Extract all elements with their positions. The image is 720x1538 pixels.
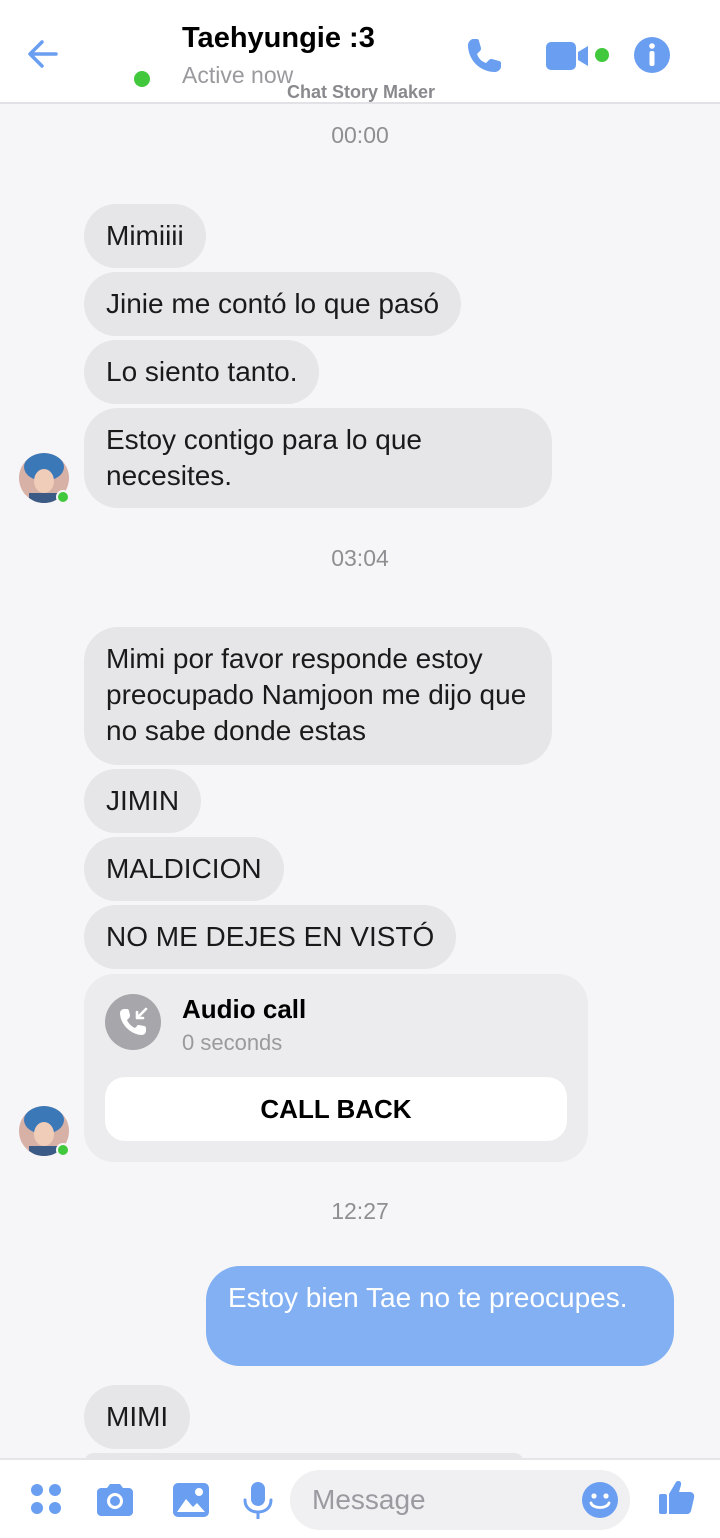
info-icon[interactable] bbox=[632, 35, 672, 75]
message-placeholder: Message bbox=[312, 1484, 426, 1515]
apps-icon[interactable] bbox=[25, 1478, 69, 1522]
audio-call-card: Audio call 0 seconds CALL BACK bbox=[84, 974, 588, 1162]
missed-call-icon bbox=[105, 994, 161, 1050]
avatar[interactable] bbox=[19, 453, 70, 504]
message-outgoing[interactable]: Estoy bien Tae no te preocupes. bbox=[206, 1266, 674, 1366]
thumbs-up-icon[interactable] bbox=[655, 1476, 699, 1520]
composer-bar: Message bbox=[0, 1458, 720, 1538]
timestamp: 00:00 bbox=[331, 122, 389, 148]
gallery-icon[interactable] bbox=[169, 1478, 213, 1522]
message-incoming[interactable]: Estoy contigo para lo que necesites. bbox=[84, 408, 552, 508]
message-incoming[interactable]: NO ME DEJES EN VISTÓ bbox=[84, 905, 457, 969]
camera-icon[interactable] bbox=[93, 1478, 137, 1522]
call-duration: 0 seconds bbox=[182, 1030, 283, 1055]
microphone-icon[interactable] bbox=[236, 1478, 280, 1522]
avatar[interactable] bbox=[19, 1106, 70, 1157]
online-dot bbox=[56, 490, 70, 504]
video-camera-icon[interactable] bbox=[544, 38, 616, 74]
phone-icon[interactable] bbox=[462, 34, 506, 78]
timestamp: 03:04 bbox=[331, 545, 389, 571]
active-status: Active now bbox=[182, 62, 294, 88]
back-arrow-icon[interactable] bbox=[22, 32, 66, 76]
message-incoming[interactable]: Mimi por favor responde estoy preocupado… bbox=[84, 627, 552, 765]
message-incoming[interactable]: MIMI bbox=[84, 1385, 191, 1449]
message-input[interactable]: Message bbox=[290, 1470, 630, 1530]
timestamp: 12:27 bbox=[331, 1198, 389, 1224]
message-incoming[interactable]: Jinie me contó lo que pasó bbox=[84, 272, 462, 336]
message-incoming[interactable]: JIMIN bbox=[84, 769, 202, 833]
call-back-button[interactable]: CALL BACK bbox=[105, 1077, 567, 1141]
chat-header: Taehyungie :3 Active now Chat Story Make… bbox=[0, 0, 720, 104]
emoji-icon[interactable] bbox=[580, 1480, 620, 1520]
online-dot bbox=[56, 1143, 70, 1157]
message-incoming[interactable]: MALDICION bbox=[84, 837, 284, 901]
watermark: Chat Story Maker bbox=[287, 82, 436, 102]
message-incoming[interactable]: Lo siento tanto. bbox=[84, 340, 320, 404]
contact-name[interactable]: Taehyungie :3 bbox=[182, 22, 375, 55]
online-indicator bbox=[134, 71, 150, 87]
call-title: Audio call bbox=[182, 994, 307, 1024]
message-incoming[interactable]: Mimiiii bbox=[84, 204, 206, 268]
